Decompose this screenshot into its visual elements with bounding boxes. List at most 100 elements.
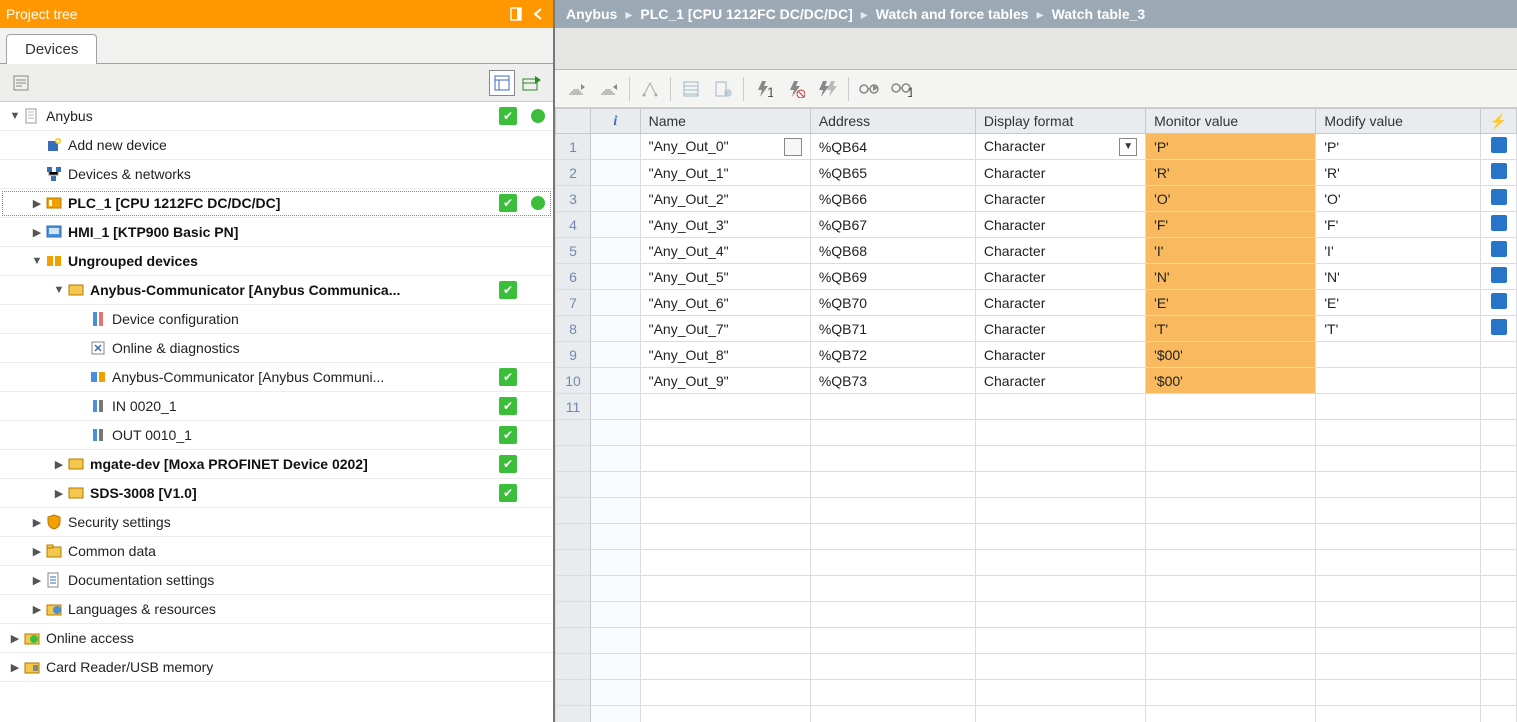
- tree-view-icon[interactable]: [489, 70, 515, 96]
- col-address[interactable]: Address: [810, 109, 975, 134]
- tree-item[interactable]: ▶HMI_1 [KTP900 Basic PN]: [0, 218, 553, 247]
- tree-item[interactable]: ▶Documentation settings: [0, 566, 553, 595]
- expander-icon[interactable]: ▶: [30, 197, 44, 210]
- cell-bolt[interactable]: [1481, 290, 1517, 316]
- tree-item[interactable]: ▶Common data: [0, 537, 553, 566]
- table-row[interactable]: 9"Any_Out_8"%QB72Character'$00': [556, 342, 1517, 368]
- cell-bolt[interactable]: [1481, 186, 1517, 212]
- toolbar-btn-1[interactable]: [563, 76, 591, 102]
- expander-icon[interactable]: ▶: [30, 226, 44, 239]
- col-i[interactable]: i: [591, 109, 641, 134]
- toolbar-flash-stop-icon[interactable]: [782, 76, 810, 102]
- expander-icon[interactable]: ▶: [52, 487, 66, 500]
- cell-i[interactable]: [591, 342, 641, 368]
- table-row[interactable]: 8"Any_Out_7"%QB71Character'T''T': [556, 316, 1517, 342]
- cell-modify[interactable]: 'O': [1316, 186, 1481, 212]
- cell-i[interactable]: [591, 186, 641, 212]
- cell-i[interactable]: [591, 368, 641, 394]
- col-name[interactable]: Name: [640, 109, 810, 134]
- project-tree[interactable]: ▼AnybusAdd new deviceDevices & networks▶…: [0, 102, 553, 722]
- cell-address[interactable]: %QB72: [810, 342, 975, 368]
- cell-name[interactable]: "Any_Out_3": [640, 212, 810, 238]
- cell-i[interactable]: [591, 264, 641, 290]
- table-row[interactable]: 6"Any_Out_5"%QB69Character'N''N': [556, 264, 1517, 290]
- cell-bolt[interactable]: [1481, 342, 1517, 368]
- addnew-cell[interactable]: [810, 394, 975, 420]
- tree-compile-icon[interactable]: [519, 70, 545, 96]
- panel-pin-icon[interactable]: [507, 5, 525, 23]
- tree-item[interactable]: ▶Languages & resources: [0, 595, 553, 624]
- cell-format[interactable]: Character: [975, 212, 1145, 238]
- tree-item[interactable]: Add new device: [0, 131, 553, 160]
- tree-item[interactable]: ▶Security settings: [0, 508, 553, 537]
- cell-modify[interactable]: 'N': [1316, 264, 1481, 290]
- cell-i[interactable]: [591, 316, 641, 342]
- cell-address[interactable]: %QB69: [810, 264, 975, 290]
- cell-format[interactable]: Character: [975, 160, 1145, 186]
- watch-grid[interactable]: i Name Address Display format Monitor va…: [555, 108, 1517, 722]
- breadcrumb-item[interactable]: Watch table_3: [1052, 6, 1146, 22]
- tree-item[interactable]: ▶Card Reader/USB memory: [0, 653, 553, 682]
- format-dropdown-icon[interactable]: ▼: [1119, 138, 1137, 156]
- expander-icon[interactable]: ▶: [30, 574, 44, 587]
- modify-check-icon[interactable]: [1491, 189, 1507, 205]
- cell-modify[interactable]: [1316, 368, 1481, 394]
- table-row[interactable]: 4"Any_Out_3"%QB67Character'F''F': [556, 212, 1517, 238]
- cell-bolt[interactable]: [1481, 212, 1517, 238]
- cell-name[interactable]: "Any_Out_5": [640, 264, 810, 290]
- cell-modify[interactable]: 'F': [1316, 212, 1481, 238]
- toolbar-flash-1-icon[interactable]: 1: [750, 76, 778, 102]
- tree-item[interactable]: ▶Online access: [0, 624, 553, 653]
- tree-item[interactable]: ▶PLC_1 [CPU 1212FC DC/DC/DC]: [0, 189, 553, 218]
- expander-icon[interactable]: ▶: [8, 632, 22, 645]
- toolbar-btn-5[interactable]: [709, 76, 737, 102]
- table-row[interactable]: 7"Any_Out_6"%QB70Character'E''E': [556, 290, 1517, 316]
- tree-item[interactable]: ▶mgate-dev [Moxa PROFINET Device 0202]: [0, 450, 553, 479]
- expander-icon[interactable]: ▶: [30, 545, 44, 558]
- cell-format[interactable]: Character: [975, 238, 1145, 264]
- cell-address[interactable]: %QB68: [810, 238, 975, 264]
- tree-item[interactable]: Device configuration: [0, 305, 553, 334]
- toolbar-btn-3[interactable]: [636, 76, 664, 102]
- cell-bolt[interactable]: [1481, 160, 1517, 186]
- cell-format[interactable]: Character: [975, 290, 1145, 316]
- tree-item[interactable]: OUT 0010_1: [0, 421, 553, 450]
- devices-tab[interactable]: Devices: [6, 34, 97, 64]
- tree-props-icon[interactable]: [8, 70, 34, 96]
- cell-modify[interactable]: 'P': [1316, 134, 1481, 160]
- cell-modify[interactable]: 'E': [1316, 290, 1481, 316]
- expander-icon[interactable]: ▼: [8, 110, 22, 122]
- cell-modify[interactable]: 'T': [1316, 316, 1481, 342]
- modify-check-icon[interactable]: [1491, 293, 1507, 309]
- cell-bolt[interactable]: [1481, 264, 1517, 290]
- breadcrumb-item[interactable]: Anybus: [566, 6, 617, 22]
- toolbar-glasses-icon[interactable]: [855, 76, 883, 102]
- col-rownum[interactable]: [556, 109, 591, 134]
- cell-i[interactable]: [591, 238, 641, 264]
- cell-i[interactable]: [591, 290, 641, 316]
- cell-name[interactable]: "Any_Out_4": [640, 238, 810, 264]
- modify-check-icon[interactable]: [1491, 215, 1507, 231]
- expander-icon[interactable]: ▼: [52, 284, 66, 296]
- modify-check-icon[interactable]: [1491, 241, 1507, 257]
- cell-bolt[interactable]: [1481, 316, 1517, 342]
- cell-address[interactable]: %QB70: [810, 290, 975, 316]
- breadcrumb-item[interactable]: PLC_1 [CPU 1212FC DC/DC/DC]: [640, 6, 852, 22]
- cell-address[interactable]: %QB71: [810, 316, 975, 342]
- cell-name[interactable]: "Any_Out_0": [640, 134, 810, 160]
- cell-name[interactable]: "Any_Out_7": [640, 316, 810, 342]
- tree-item[interactable]: Online & diagnostics: [0, 334, 553, 363]
- cell-i[interactable]: [591, 212, 641, 238]
- panel-collapse-icon[interactable]: [529, 5, 547, 23]
- cell-format[interactable]: Character▼: [975, 134, 1145, 160]
- expander-icon[interactable]: ▶: [52, 458, 66, 471]
- cell-name[interactable]: "Any_Out_2": [640, 186, 810, 212]
- tree-item[interactable]: Devices & networks: [0, 160, 553, 189]
- col-monitor[interactable]: Monitor value: [1146, 109, 1316, 134]
- modify-check-icon[interactable]: [1491, 163, 1507, 179]
- toolbar-btn-4[interactable]: [677, 76, 705, 102]
- cell-address[interactable]: %QB64: [810, 134, 975, 160]
- breadcrumb-item[interactable]: Watch and force tables: [876, 6, 1029, 22]
- cell-name[interactable]: "Any_Out_6": [640, 290, 810, 316]
- toolbar-flash-all-icon[interactable]: [814, 76, 842, 102]
